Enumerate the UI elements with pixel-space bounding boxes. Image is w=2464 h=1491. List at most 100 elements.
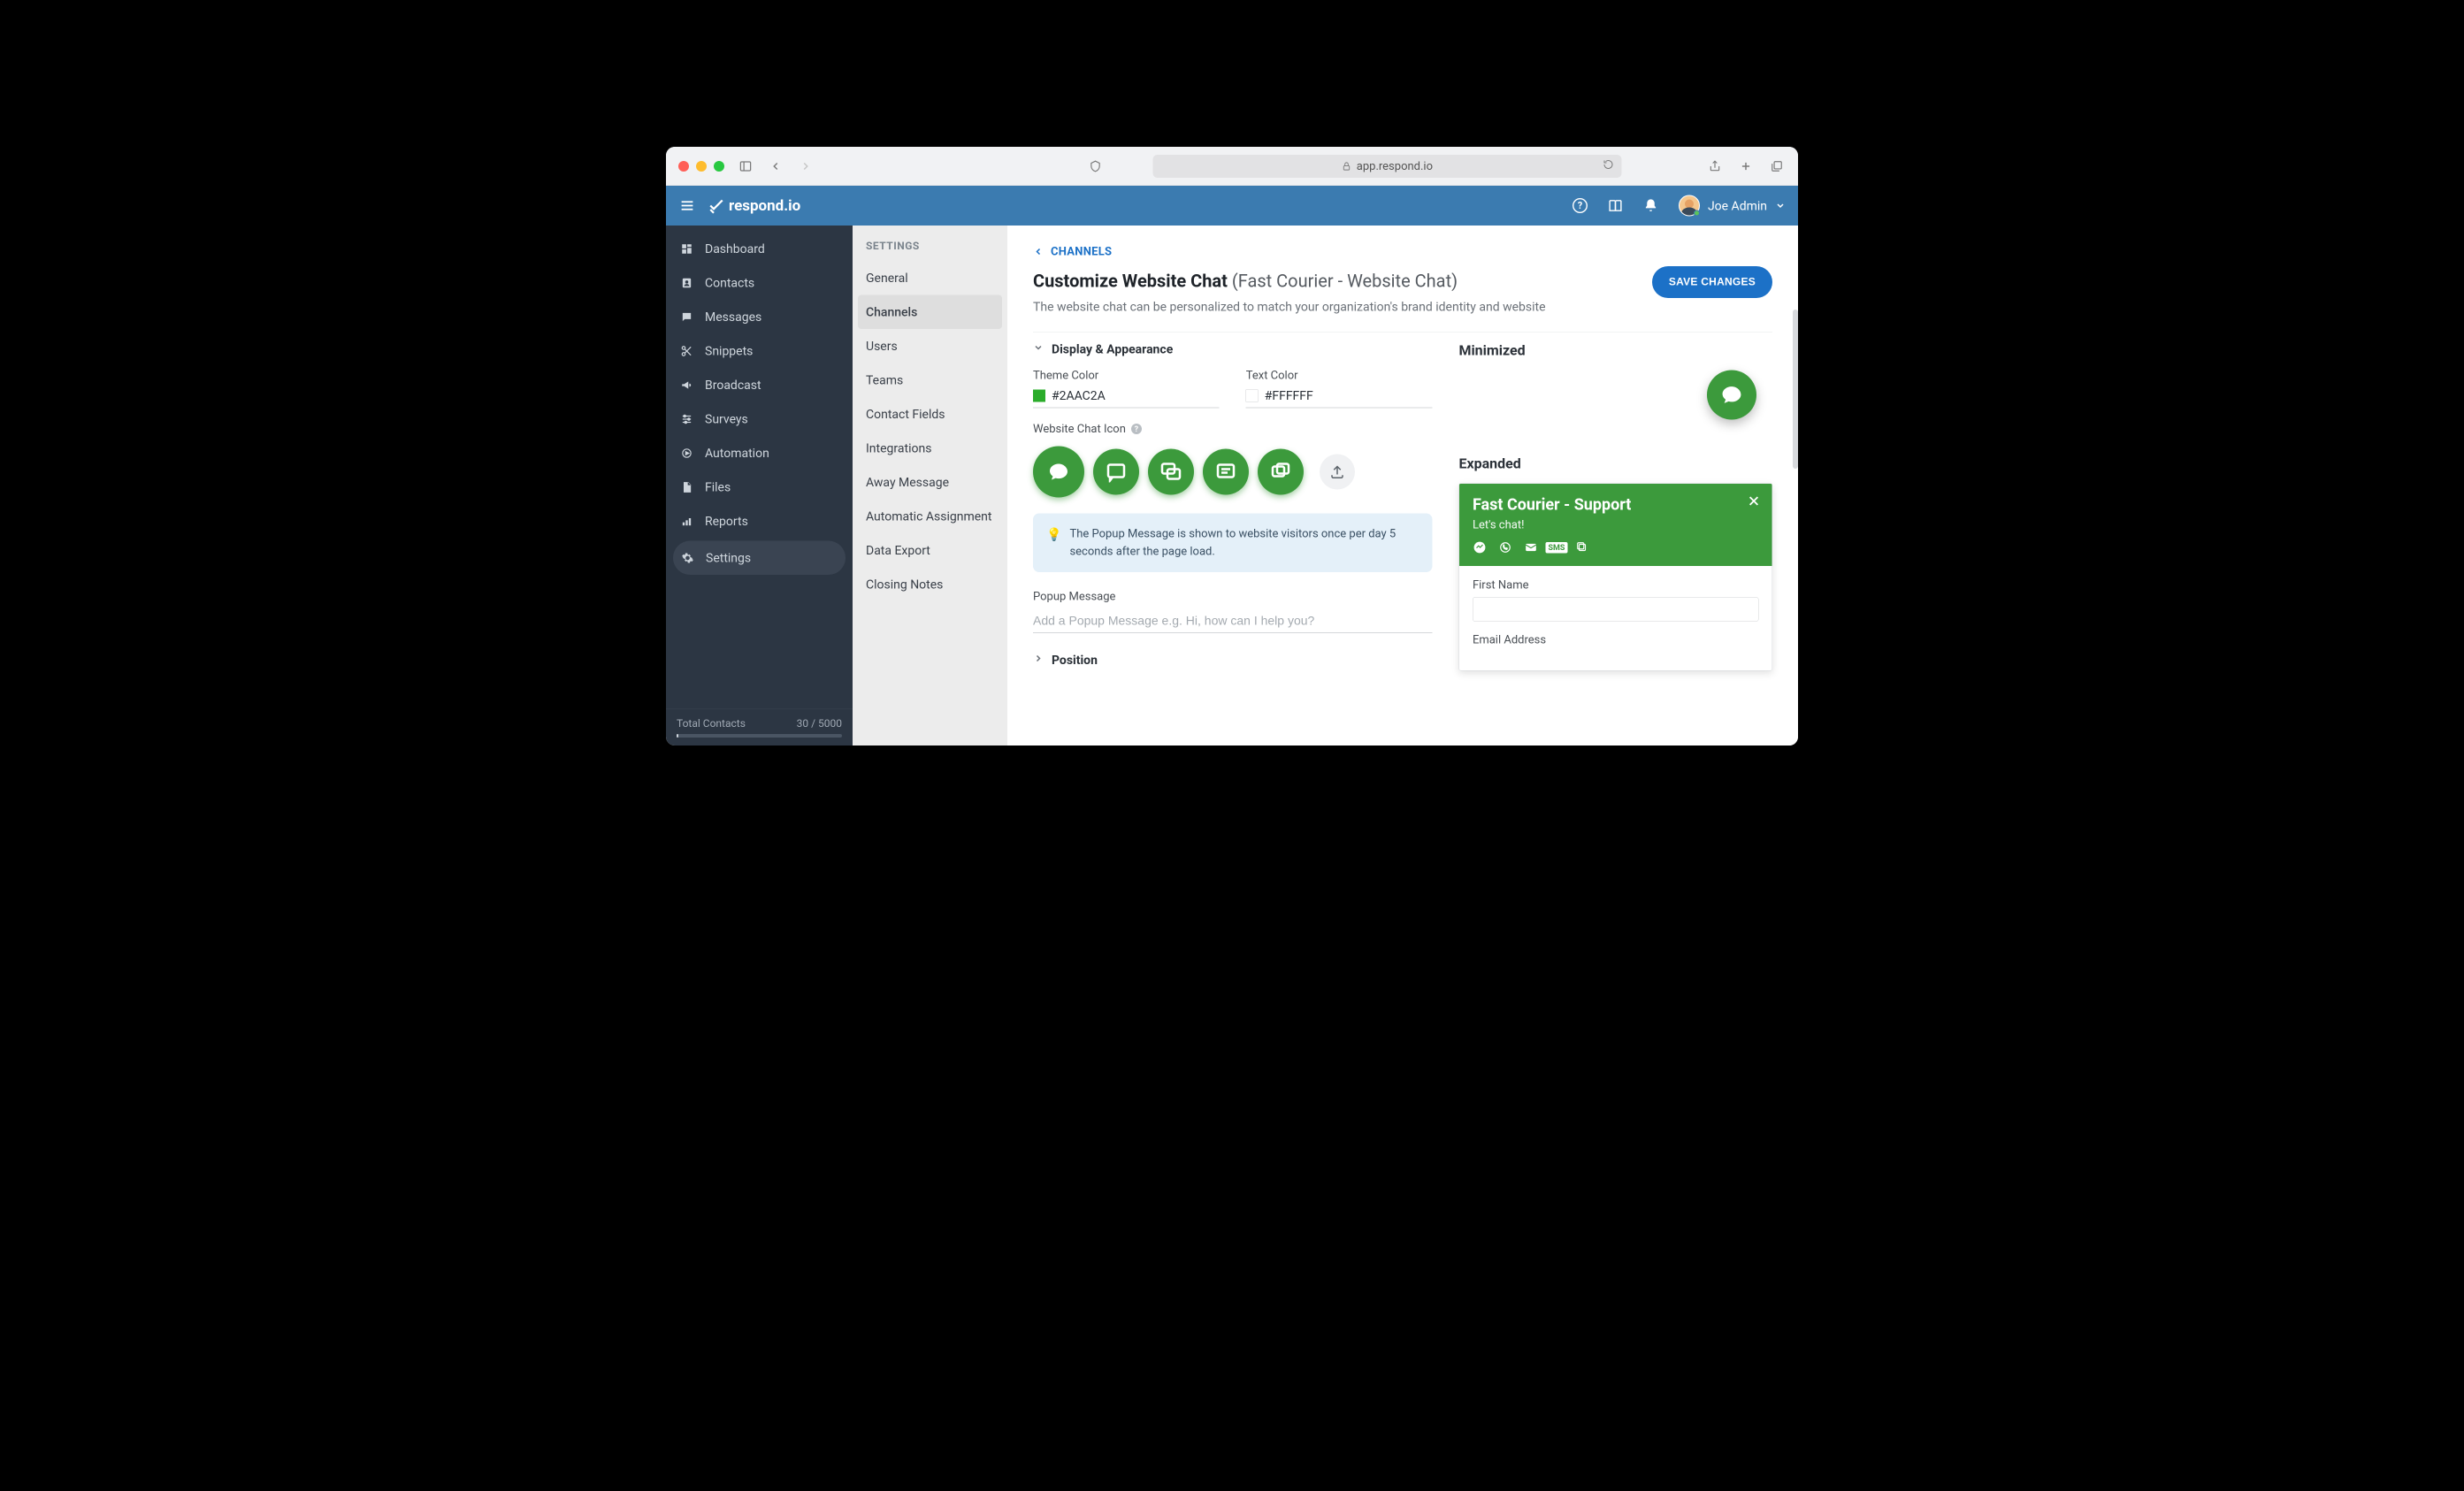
section-display-appearance[interactable]: Display & Appearance [1033,342,1432,357]
chevron-right-icon [1033,653,1044,667]
sidebar-item-contacts[interactable]: Contacts [666,266,853,301]
chat-icon-option-5[interactable] [1258,449,1304,495]
help-tooltip-icon[interactable]: ? [1131,424,1142,434]
chat-icon-option-3[interactable] [1148,449,1194,495]
maximize-window-button[interactable] [714,161,724,172]
share-icon[interactable] [1706,157,1724,175]
contact-icon [680,276,693,289]
address-bar[interactable]: app.respond.io [1152,155,1621,178]
chat-icon-option-2[interactable] [1093,449,1139,495]
logo-mark-icon [708,198,724,214]
settings-item-closing-notes[interactable]: Closing Notes [853,568,1007,602]
help-icon[interactable]: ? [1573,198,1588,213]
settings-item-automatic-assignment[interactable]: Automatic Assignment [853,500,1007,534]
sidebar-item-dashboard[interactable]: Dashboard [666,232,853,266]
widget-header: Fast Courier - Support Let's chat! SMS [1459,484,1772,566]
settings-item-contact-fields[interactable]: Contact Fields [853,397,1007,432]
sidebar-item-label: Surveys [705,412,748,427]
settings-item-data-export[interactable]: Data Export [853,533,1007,568]
docs-icon[interactable] [1608,198,1623,213]
sidebar-item-files[interactable]: Files [666,470,853,505]
first-name-label: First Name [1473,578,1759,592]
user-menu[interactable]: Joe Admin [1679,195,1786,217]
theme-color-input[interactable]: #2AAC2A [1033,388,1220,409]
save-changes-button[interactable]: SAVE CHANGES [1652,266,1772,298]
scrollbar[interactable] [1793,310,1798,469]
email-icon[interactable] [1524,540,1538,554]
widget-close-button[interactable] [1748,494,1761,509]
presence-dot-icon [1694,210,1700,217]
traffic-lights [678,161,724,172]
messenger-icon[interactable] [1473,540,1487,554]
sidebar-item-snippets[interactable]: Snippets [666,334,853,369]
page-title-suffix: (Fast Courier - Website Chat) [1232,271,1458,292]
minimized-chat-bubble[interactable] [1707,371,1756,420]
color-swatch [1246,389,1259,401]
brand-name: respond.io [729,197,800,215]
widget-body: First Name Email Address [1459,566,1772,670]
expanded-title: Expanded [1458,455,1772,472]
quota-bar [677,734,842,738]
brand-logo[interactable]: respond.io [708,197,800,215]
whatsapp-icon[interactable] [1498,540,1512,554]
theme-color-label: Theme Color [1033,369,1220,382]
chat-icon-option-4[interactable] [1203,449,1249,495]
chat-icon-label: Website Chat Icon [1033,423,1126,436]
new-tab-icon[interactable] [1737,157,1755,175]
lock-icon [1342,161,1351,171]
sidebar-item-reports[interactable]: Reports [666,504,853,539]
more-channel-icon[interactable] [1575,540,1589,554]
main-content: CHANNELS Customize Website Chat (Fast Co… [1007,226,1798,746]
refresh-icon[interactable] [1603,159,1613,173]
bell-icon[interactable] [1643,198,1658,213]
upload-icon-button[interactable] [1320,455,1355,490]
theme-color-value: #2AAC2A [1052,388,1106,403]
sidebar-item-messages[interactable]: Messages [666,300,853,334]
url-text: app.respond.io [1357,159,1433,172]
settings-item-teams[interactable]: Teams [853,363,1007,398]
minimize-window-button[interactable] [696,161,707,172]
sidebar-item-automation[interactable]: Automation [666,436,853,470]
section-label: Position [1052,653,1098,668]
breadcrumb-back[interactable]: CHANNELS [1033,245,1772,258]
close-window-button[interactable] [678,161,689,172]
app-header: respond.io ? Joe Admin [666,186,1798,226]
page-description: The website chat can be personalized to … [1033,300,1772,315]
sidebar-item-label: Snippets [705,344,753,359]
text-color-value: #FFFFFF [1265,388,1313,403]
chat-icon-option-1[interactable] [1033,447,1084,498]
shield-icon[interactable] [1087,157,1105,175]
lightbulb-icon: 💡 [1046,525,1061,561]
menu-icon[interactable] [678,197,696,215]
text-color-input[interactable]: #FFFFFF [1246,388,1433,409]
app-body: DashboardContactsMessages Snippets Broadca… [666,226,1798,746]
file-icon [680,480,693,493]
sidebar-item-surveys[interactable]: Surveys [666,402,853,437]
settings-item-away-message[interactable]: Away Message [853,465,1007,500]
sidebar-item-settings[interactable]: Settings [673,541,846,576]
bar-chart-icon [680,515,693,528]
sidebar-toggle-icon[interactable] [737,157,754,175]
chevron-left-icon [1033,247,1044,257]
forward-button[interactable] [797,157,815,175]
page-title-strong: Customize Website Chat [1033,271,1228,292]
minimized-title: Minimized [1458,342,1772,359]
dashboard-icon [680,242,693,256]
footer-label: Total Contacts [677,717,746,730]
sidebar-item-label: Reports [705,514,748,529]
sidebar-footer: Total Contacts 30 / 5000 [666,709,853,746]
sidebar-item-broadcast[interactable]: Broadcast [666,368,853,402]
first-name-input[interactable] [1473,597,1759,622]
settings-item-integrations[interactable]: Integrations [853,432,1007,466]
tabs-icon[interactable] [1768,157,1786,175]
back-button[interactable] [767,157,784,175]
popup-message-label: Popup Message [1033,590,1432,603]
settings-item-channels[interactable]: Channels [858,295,1002,330]
settings-item-users[interactable]: Users [853,329,1007,363]
section-position[interactable]: Position [1033,653,1432,668]
settings-item-general[interactable]: General [853,261,1007,295]
sms-icon[interactable]: SMS [1550,540,1564,554]
sidebar-item-label: Broadcast [705,378,761,393]
popup-message-input[interactable] [1033,609,1432,633]
divider [1033,332,1772,333]
